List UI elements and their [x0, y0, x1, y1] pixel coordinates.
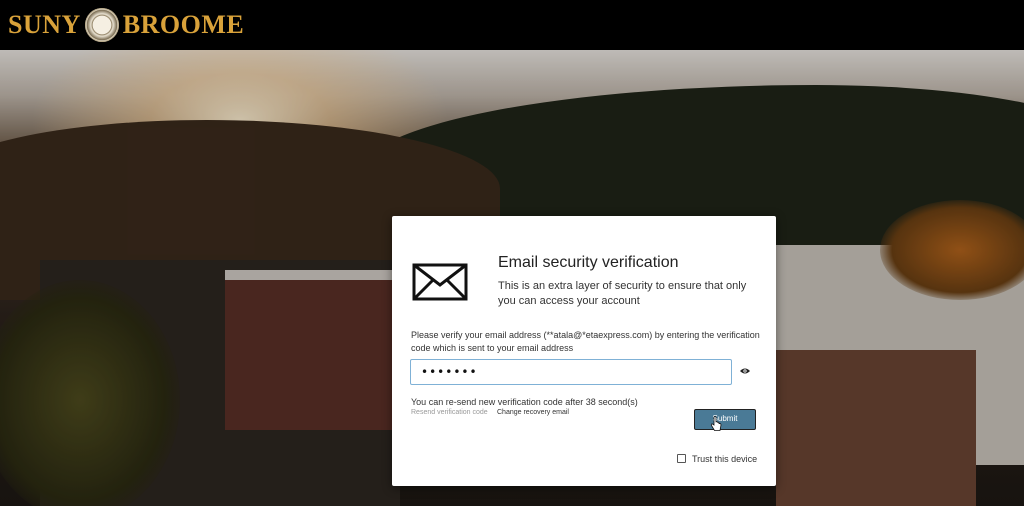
- top-header-bar: SUNY BROOME: [0, 0, 1024, 50]
- college-seal-icon: [84, 8, 119, 42]
- submit-button[interactable]: Submit: [694, 409, 756, 430]
- eye-icon[interactable]: [740, 367, 750, 375]
- resend-countdown-text: You can re-send new verification code af…: [411, 397, 638, 407]
- dialog-subtitle: This is an extra layer of security to en…: [498, 280, 747, 307]
- brand-text-left: SUNY: [8, 10, 81, 39]
- brand-logo[interactable]: SUNY BROOME: [8, 8, 244, 42]
- trust-device-checkbox[interactable]: [677, 454, 686, 463]
- resend-code-link[interactable]: Resend verification code: [411, 409, 488, 416]
- dialog-title: Email security verification: [498, 254, 679, 271]
- brand-text-right: BROOME: [122, 10, 245, 39]
- email-verification-dialog: Email security verification This is an e…: [392, 216, 776, 486]
- verification-instructions: Please verify your email address (**atal…: [411, 330, 760, 353]
- verification-code-input[interactable]: [410, 359, 732, 385]
- trust-device-label[interactable]: Trust this device: [692, 454, 757, 464]
- envelope-icon: [412, 263, 468, 301]
- change-recovery-email-link[interactable]: Change recovery email: [497, 409, 569, 416]
- pointer-cursor-icon: [710, 416, 722, 431]
